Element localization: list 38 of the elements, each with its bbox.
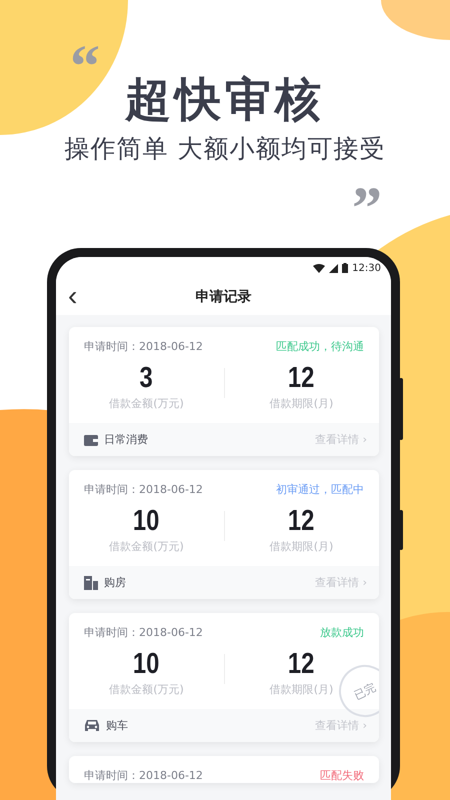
loan-term: 12	[288, 648, 315, 680]
status-label: 匹配失败	[320, 768, 364, 783]
wallet-icon	[84, 434, 98, 446]
loan-amount: 10	[133, 648, 160, 680]
loan-category: 购车	[106, 718, 128, 733]
application-date: 申请时间：2018-06-12	[84, 768, 203, 783]
wifi-icon	[313, 264, 326, 272]
headline: 超快审核	[125, 72, 325, 126]
status-label: 初审通过，匹配中	[276, 482, 364, 497]
building-icon	[84, 576, 98, 590]
loan-term: 12	[288, 505, 315, 537]
status-time: 12:30	[352, 262, 381, 274]
loan-category: 日常消费	[104, 432, 148, 447]
loan-term: 12	[288, 362, 315, 394]
background-shape	[381, 0, 450, 40]
car-icon	[84, 719, 100, 732]
amount-label: 借款金额(万元)	[109, 682, 184, 697]
loan-category: 购房	[104, 575, 126, 590]
quote-mark: ”	[352, 178, 382, 238]
signal-icon	[329, 264, 338, 272]
status-label: 放款成功	[320, 625, 364, 640]
term-label: 借款期限(月)	[270, 539, 334, 554]
application-date: 申请时间：2018-06-12	[84, 482, 203, 497]
term-label: 借款期限(月)	[270, 682, 334, 697]
loan-amount: 10	[133, 505, 160, 537]
record-card[interactable]: 申请时间：2018-06-12 匹配失败	[69, 756, 379, 783]
application-date: 申请时间：2018-06-12	[84, 625, 203, 640]
amount-label: 借款金额(万元)	[109, 539, 184, 554]
status-label: 匹配成功，待沟通	[276, 339, 364, 354]
page-title: 申请记录	[196, 288, 252, 306]
subtitle: 操作简单 大额小额均可接受	[64, 134, 386, 163]
amount-label: 借款金额(万元)	[109, 396, 184, 411]
battery-icon	[342, 263, 348, 273]
application-date: 申请时间：2018-06-12	[84, 339, 203, 354]
term-label: 借款期限(月)	[270, 396, 334, 411]
back-button[interactable]: ‹	[64, 281, 82, 311]
quote-mark: “	[70, 36, 100, 96]
loan-amount: 3	[140, 362, 154, 394]
